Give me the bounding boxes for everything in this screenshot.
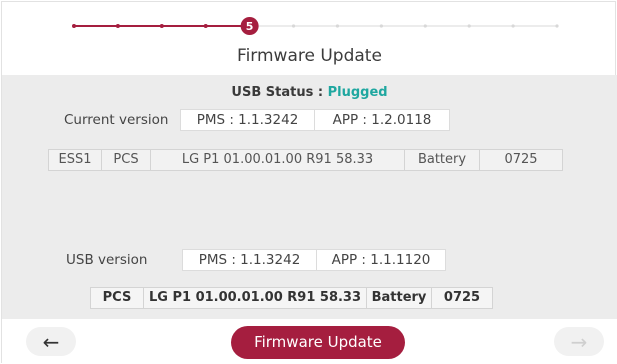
current-cell-pcs: PCS bbox=[101, 149, 151, 171]
current-pms-version: PMS : 1.1.3242 bbox=[180, 109, 315, 131]
usb-pms-version: PMS : 1.1.3242 bbox=[182, 249, 317, 271]
usb-version-label: USB version bbox=[66, 252, 148, 268]
stepper-dot-3 bbox=[159, 24, 164, 28]
stepper-dot-12 bbox=[555, 24, 559, 28]
current-app-version: APP : 1.2.0118 bbox=[314, 109, 450, 131]
stepper-track: 5 bbox=[72, 17, 559, 35]
stepper-dot-1 bbox=[72, 24, 76, 28]
stepper-dot-10 bbox=[467, 24, 471, 28]
usb-status-label: USB Status : bbox=[231, 85, 324, 100]
current-cell-battery: Battery bbox=[404, 149, 480, 171]
stepper-dot-6 bbox=[291, 24, 296, 28]
stepper-dot-11 bbox=[511, 24, 515, 28]
current-version-table: ESS1 PCS LG P1 01.00.01.00 R91 58.33 Bat… bbox=[48, 149, 563, 171]
right-arrow-icon: → bbox=[570, 329, 588, 354]
current-cell-ess: ESS1 bbox=[48, 149, 102, 171]
stepper-dot-2 bbox=[115, 24, 120, 28]
usb-cell-pcs-version: LG P1 01.00.01.00 R91 58.33 bbox=[143, 287, 367, 309]
usb-version-row: USB version PMS : 1.1.3242 APP : 1.1.112… bbox=[66, 249, 446, 271]
stepper-current-number: 5 bbox=[246, 20, 254, 33]
stepper-dot-8 bbox=[379, 24, 383, 28]
stepper-dot-9 bbox=[423, 24, 427, 28]
usb-version-table: PCS LG P1 01.00.01.00 R91 58.33 Battery … bbox=[90, 287, 493, 309]
left-arrow-icon: ← bbox=[42, 329, 60, 354]
current-version-row: Current version PMS : 1.1.3242 APP : 1.2… bbox=[64, 109, 450, 131]
usb-cell-battery-version: 0725 bbox=[431, 287, 493, 309]
bottom-navigation: ← Firmware Update → bbox=[2, 319, 617, 364]
current-version-label: Current version bbox=[64, 112, 169, 128]
stepper-dot-4 bbox=[203, 24, 208, 28]
progress-stepper: 5 bbox=[2, 2, 617, 46]
usb-cell-battery: Battery bbox=[366, 287, 432, 309]
current-cell-pcs-version: LG P1 01.00.01.00 R91 58.33 bbox=[150, 149, 405, 171]
version-panel: USB Status : Plugged Current version PMS… bbox=[2, 75, 617, 319]
current-cell-battery-version: 0725 bbox=[479, 149, 563, 171]
next-button[interactable]: → bbox=[554, 327, 604, 356]
usb-status: USB Status : Plugged bbox=[2, 85, 617, 105]
usb-status-value: Plugged bbox=[327, 85, 388, 100]
usb-cell-pcs: PCS bbox=[90, 287, 144, 309]
firmware-update-screen: 5 Firmware Update USB Status : Plugged C… bbox=[1, 1, 617, 364]
usb-app-version: APP : 1.1.1120 bbox=[316, 249, 446, 271]
back-button[interactable]: ← bbox=[26, 327, 76, 356]
stepper-dot-7 bbox=[335, 24, 340, 28]
firmware-update-button[interactable]: Firmware Update bbox=[231, 326, 405, 359]
page-title: Firmware Update bbox=[237, 46, 382, 66]
